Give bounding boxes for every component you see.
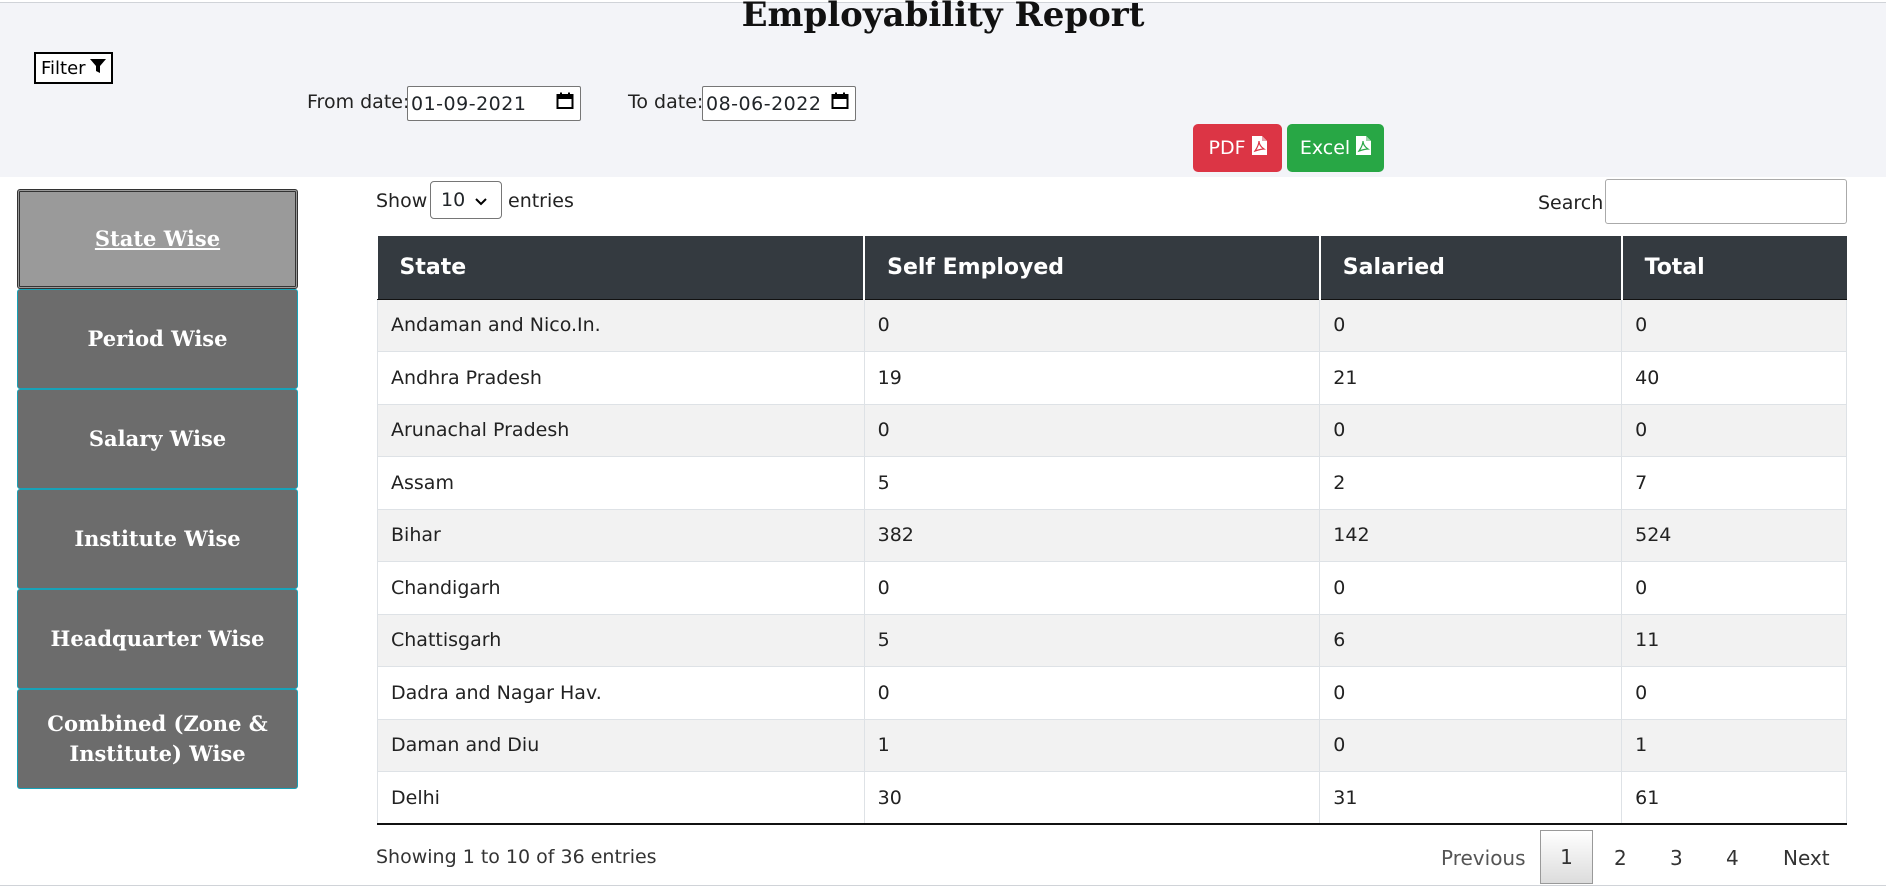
- table-row: Chandigarh 0 0 0: [377, 561, 1847, 615]
- table-row: Andhra Pradesh 19 21 40: [377, 351, 1847, 405]
- pagination-page-3[interactable]: 3: [1670, 846, 1683, 870]
- sidebar-item-state-wise[interactable]: State Wise: [17, 189, 298, 289]
- table-header-row: State Self Employed Salaried Total: [377, 236, 1847, 300]
- filter-button[interactable]: Filter: [34, 52, 113, 84]
- table-row: Chattisgarh 5 6 11: [377, 613, 1847, 667]
- cell-self-employed: 0: [863, 403, 1321, 457]
- cell-state: Andaman and Nico.In.: [377, 298, 865, 352]
- pagination-page-4[interactable]: 4: [1726, 846, 1739, 870]
- cell-salaried: 6: [1319, 613, 1623, 667]
- cell-state: Daman and Diu: [377, 718, 865, 772]
- table-row: Bihar 382 142 524: [377, 508, 1847, 562]
- cell-salaried: 31: [1319, 771, 1623, 825]
- from-date-label: From date:: [307, 91, 410, 113]
- from-date-value: 01-09-2021: [411, 92, 527, 115]
- calendar-icon[interactable]: [831, 92, 849, 115]
- cell-salaried: 0: [1319, 298, 1623, 352]
- to-date-label: To date:: [628, 91, 704, 113]
- cell-state: Assam: [377, 456, 865, 510]
- sidebar-item-combined-wise[interactable]: Combined (Zone & Institute) Wise: [17, 689, 298, 789]
- chevron-down-icon: [475, 189, 487, 211]
- sidebar-item-headquarter-wise[interactable]: Headquarter Wise: [17, 589, 298, 689]
- pagination-page-1[interactable]: 1: [1540, 830, 1593, 884]
- bottom-divider: [0, 885, 1886, 886]
- sidebar-item-period-wise[interactable]: Period Wise: [17, 289, 298, 389]
- column-header-self-employed[interactable]: Self Employed: [864, 236, 1321, 300]
- cell-total: 11: [1621, 613, 1847, 667]
- table-row: Delhi 30 31 61: [377, 771, 1847, 825]
- table-row: Assam 5 2 7: [377, 456, 1847, 510]
- cell-state: Dadra and Nagar Hav.: [377, 666, 865, 720]
- file-pdf-icon: [1251, 136, 1267, 160]
- cell-self-employed: 0: [863, 561, 1321, 615]
- pagination-next[interactable]: Next: [1783, 846, 1830, 870]
- cell-self-employed: 30: [863, 771, 1321, 825]
- cell-state: Chandigarh: [377, 561, 865, 615]
- cell-self-employed: 5: [863, 613, 1321, 667]
- cell-salaried: 0: [1319, 718, 1623, 772]
- column-header-total[interactable]: Total: [1621, 236, 1847, 300]
- cell-total: 7: [1621, 456, 1847, 510]
- cell-state: Bihar: [377, 508, 865, 562]
- excel-export-button[interactable]: Excel: [1287, 124, 1384, 172]
- cell-state: Andhra Pradesh: [377, 351, 865, 405]
- cell-self-employed: 5: [863, 456, 1321, 510]
- cell-total: 0: [1621, 403, 1847, 457]
- cell-state: Arunachal Pradesh: [377, 403, 865, 457]
- cell-salaried: 2: [1319, 456, 1623, 510]
- sidebar-item-institute-wise[interactable]: Institute Wise: [17, 489, 298, 589]
- table-info: Showing 1 to 10 of 36 entries: [376, 846, 657, 868]
- file-excel-icon: [1356, 136, 1372, 160]
- pdf-export-button[interactable]: PDF: [1193, 124, 1282, 172]
- to-date-value: 08-06-2022: [706, 92, 822, 115]
- report-header: Employability Report Filter From date: 0…: [0, 0, 1886, 177]
- cell-total: 1: [1621, 718, 1847, 772]
- calendar-icon[interactable]: [556, 92, 574, 115]
- pagination-previous[interactable]: Previous: [1441, 846, 1526, 870]
- cell-self-employed: 19: [863, 351, 1321, 405]
- cell-self-employed: 0: [863, 298, 1321, 352]
- cell-salaried: 21: [1319, 351, 1623, 405]
- funnel-icon: [89, 58, 106, 79]
- cell-total: 61: [1621, 771, 1847, 825]
- cell-self-employed: 0: [863, 666, 1321, 720]
- cell-self-employed: 1: [863, 718, 1321, 772]
- column-header-salaried[interactable]: Salaried: [1319, 236, 1623, 300]
- filter-label: Filter: [41, 57, 86, 79]
- state-wise-table: State Self Employed Salaried Total Andam…: [377, 236, 1847, 825]
- cell-total: 0: [1621, 666, 1847, 720]
- table-row: Arunachal Pradesh 0 0 0: [377, 403, 1847, 457]
- page-title: Employability Report: [741, 0, 1145, 35]
- show-label: Show: [376, 190, 428, 212]
- from-date-input[interactable]: 01-09-2021: [407, 86, 581, 121]
- entries-select[interactable]: 10: [430, 181, 502, 219]
- search-input[interactable]: [1605, 179, 1847, 224]
- cell-total: 0: [1621, 561, 1847, 615]
- excel-button-label: Excel: [1299, 137, 1351, 159]
- cell-total: 524: [1621, 508, 1847, 562]
- cell-state: Delhi: [377, 771, 865, 825]
- cell-state: Chattisgarh: [377, 613, 865, 667]
- column-header-state[interactable]: State: [377, 236, 866, 300]
- table-row: Daman and Diu 1 0 1: [377, 718, 1847, 772]
- search-label: Search:: [1538, 192, 1610, 214]
- to-date-input[interactable]: 08-06-2022: [702, 86, 856, 121]
- entries-label: entries: [508, 190, 574, 212]
- cell-salaried: 0: [1319, 666, 1623, 720]
- cell-salaried: 0: [1319, 561, 1623, 615]
- pagination-page-2[interactable]: 2: [1614, 846, 1627, 870]
- cell-total: 0: [1621, 298, 1847, 352]
- entries-select-value: 10: [441, 189, 466, 211]
- cell-total: 40: [1621, 351, 1847, 405]
- pdf-button-label: PDF: [1208, 137, 1246, 159]
- page: Employability Report Filter From date: 0…: [0, 0, 1886, 888]
- table-row: Dadra and Nagar Hav. 0 0 0: [377, 666, 1847, 720]
- table-row: Andaman and Nico.In. 0 0 0: [377, 298, 1847, 352]
- cell-salaried: 0: [1319, 403, 1623, 457]
- sidebar-item-salary-wise[interactable]: Salary Wise: [17, 389, 298, 489]
- cell-self-employed: 382: [863, 508, 1321, 562]
- cell-salaried: 142: [1319, 508, 1623, 562]
